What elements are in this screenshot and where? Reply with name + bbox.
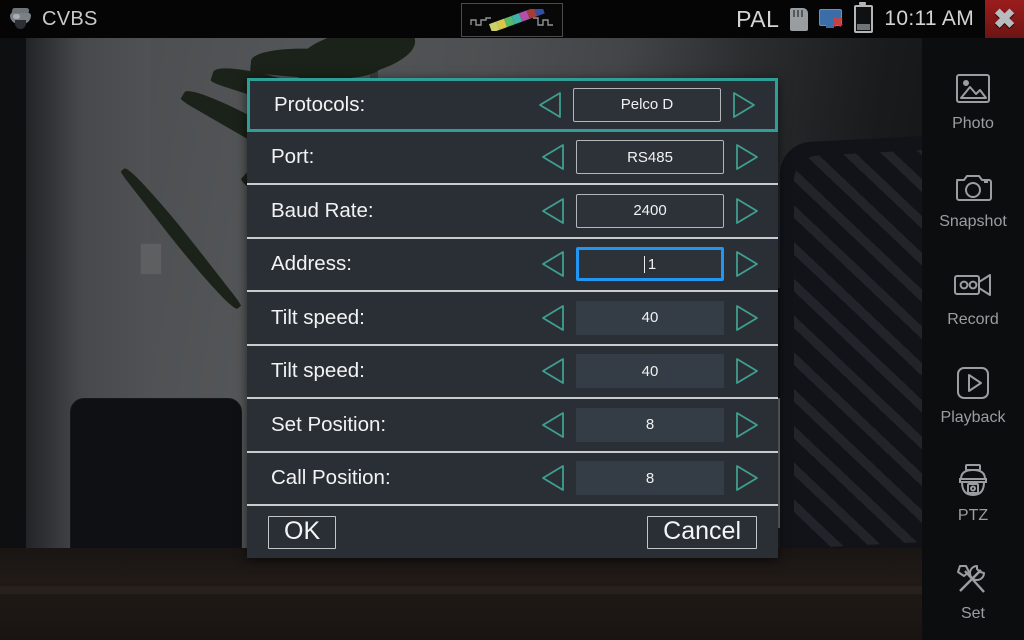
settings-row[interactable]: Protocols: Pelco D <box>247 78 778 132</box>
settings-row-label: Baud Rate: <box>271 198 374 222</box>
arrow-right-icon[interactable] <box>730 194 764 228</box>
arrow-left-icon[interactable] <box>536 140 570 174</box>
settings-row-list: Protocols: Pelco D Port: RS485 Baud Rate: 240… <box>247 78 778 506</box>
ptz-dome-icon <box>950 461 996 501</box>
settings-row-value[interactable]: 40 <box>576 354 724 389</box>
dome-camera-icon <box>8 8 34 30</box>
settings-row[interactable]: Tilt speed: 40 <box>247 292 778 346</box>
arrow-right-icon[interactable] <box>730 354 764 388</box>
status-bar-left: CVBS <box>0 8 98 31</box>
close-icon[interactable]: ✖ <box>985 0 1024 38</box>
ptz-settings-dialog: Protocols: Pelco D Port: RS485 Baud Rate: 240… <box>247 78 778 558</box>
sidebar-item-label: PTZ <box>957 507 989 524</box>
color-bar-waveform-icon[interactable] <box>461 3 563 37</box>
sidebar-item-label: Photo <box>952 115 994 132</box>
photo-icon <box>950 69 996 109</box>
arrow-left-icon[interactable] <box>533 88 567 122</box>
settings-row[interactable]: Address: 1 <box>247 239 778 292</box>
app-title: CVBS <box>42 7 98 30</box>
sidebar-item-label: Set <box>960 605 985 622</box>
battery-icon <box>854 2 874 33</box>
video-format-label: PAL <box>736 5 780 32</box>
arrow-right-icon[interactable] <box>730 301 764 335</box>
video-camera-icon <box>950 265 996 305</box>
dialog-button-row: OK Cancel <box>247 506 778 559</box>
settings-row-value-text: 1 <box>647 255 657 273</box>
sidebar-item-label: Playback <box>940 409 1006 426</box>
arrow-left-icon[interactable] <box>536 194 570 228</box>
settings-row-value[interactable]: RS485 <box>576 140 724 175</box>
text-caret <box>643 255 645 273</box>
camera-icon <box>950 167 996 207</box>
settings-row-label: Tilt speed: <box>271 359 365 383</box>
arrow-left-icon[interactable] <box>536 461 570 495</box>
close-glyph: ✖ <box>993 3 1016 34</box>
settings-row-value[interactable]: 8 <box>576 461 724 496</box>
tool-sidebar: Photo Snapshot Record Playback PTZ Set <box>922 38 1024 640</box>
arrow-left-icon[interactable] <box>536 408 570 442</box>
play-icon <box>950 363 996 403</box>
settings-row-label: Call Position: <box>271 466 391 490</box>
settings-row[interactable]: Call Position: 8 <box>247 453 778 506</box>
sidebar-item-snapshot[interactable]: Snapshot <box>922 150 1024 248</box>
settings-row-label: Port: <box>271 145 315 169</box>
sdcard-icon <box>790 7 809 31</box>
settings-row[interactable]: Tilt speed: 40 <box>247 346 778 399</box>
sidebar-item-label: Snapshot <box>939 213 1007 230</box>
clock-label: 10:11 AM <box>884 7 974 30</box>
settings-row-label: Tilt speed: <box>271 305 365 329</box>
settings-row-value[interactable]: 8 <box>576 407 724 442</box>
settings-row[interactable]: Port: RS485 <box>247 132 778 185</box>
settings-row-label: Protocols: <box>274 92 366 116</box>
arrow-right-icon[interactable] <box>730 140 764 174</box>
network-disconnected-icon: ✖ <box>819 9 843 29</box>
arrow-right-icon[interactable] <box>730 408 764 442</box>
settings-row-value[interactable]: 40 <box>576 300 724 335</box>
waveform-graphic <box>469 4 555 33</box>
sidebar-item-set[interactable]: Set <box>922 542 1024 640</box>
arrow-right-icon[interactable] <box>727 88 761 122</box>
arrow-left-icon[interactable] <box>536 247 570 281</box>
sidebar-item-label: Record <box>947 311 999 328</box>
sidebar-item-ptz[interactable]: PTZ <box>922 444 1024 542</box>
sidebar-item-playback[interactable]: Playback <box>922 346 1024 444</box>
settings-row-value[interactable]: Pelco D <box>573 87 721 122</box>
tools-icon <box>950 559 996 599</box>
settings-row-value[interactable]: 2400 <box>576 193 724 228</box>
cancel-button[interactable]: Cancel <box>647 515 757 550</box>
sidebar-item-photo[interactable]: Photo <box>922 52 1024 150</box>
arrow-left-icon[interactable] <box>536 354 570 388</box>
settings-row[interactable]: Set Position: 8 <box>247 399 778 453</box>
ok-button[interactable]: OK <box>268 515 337 550</box>
app-screen: CVBS PAL ✖ 10:11 AM ✖ Protocols: Pelco D… <box>0 0 1024 640</box>
settings-row-label: Set Position: <box>271 412 387 436</box>
arrow-left-icon[interactable] <box>536 301 570 335</box>
arrow-right-icon[interactable] <box>730 247 764 281</box>
settings-row-label: Address: <box>271 252 352 276</box>
status-bar: CVBS PAL ✖ 10:11 AM ✖ <box>0 0 1024 38</box>
settings-row[interactable]: Baud Rate: 2400 <box>247 185 778 239</box>
sidebar-item-record[interactable]: Record <box>922 248 1024 346</box>
arrow-right-icon[interactable] <box>730 461 764 495</box>
status-bar-right: PAL ✖ 10:11 AM ✖ <box>736 0 1024 38</box>
settings-row-value[interactable]: 1 <box>576 247 724 282</box>
